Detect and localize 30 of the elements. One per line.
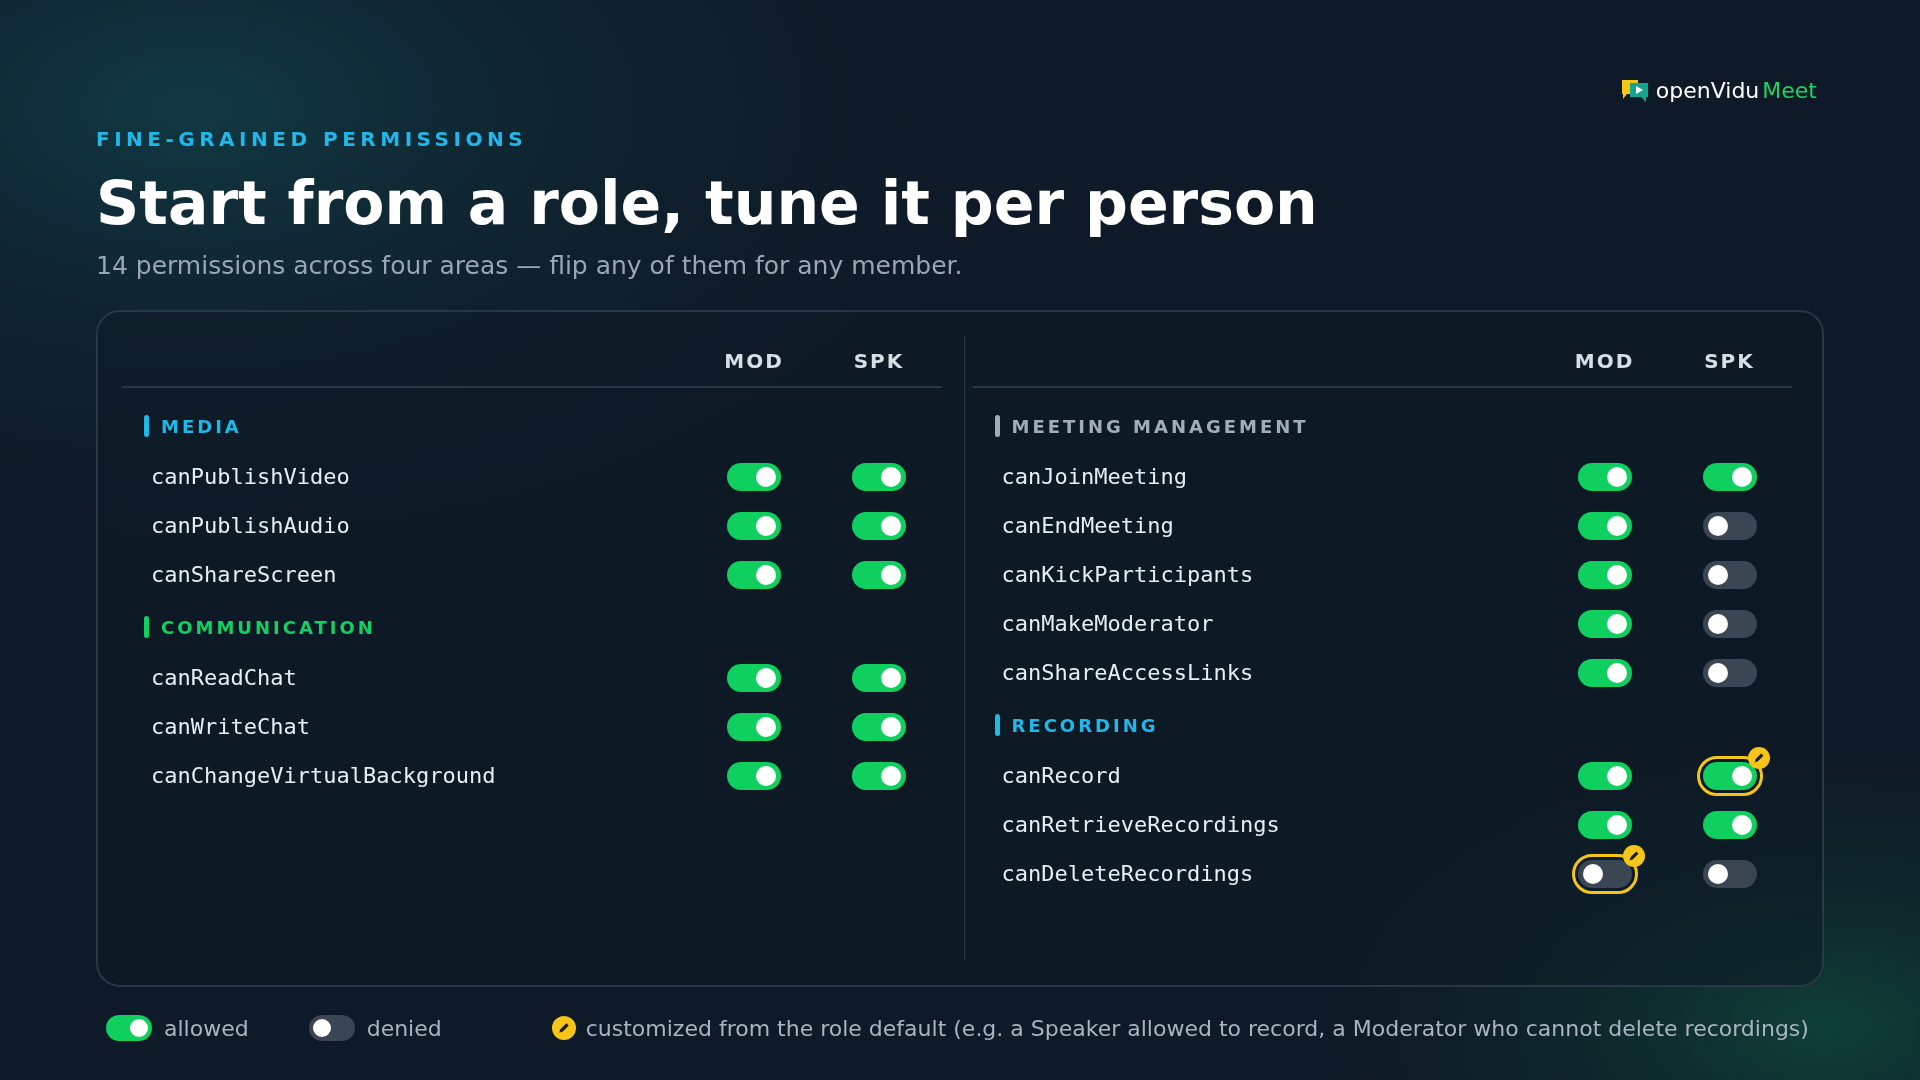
permission-name: canKickParticipants	[1000, 562, 1255, 587]
permission-name: canJoinMeeting	[1000, 464, 1188, 489]
legend-label: customized from the role default (e.g. a Speaker allowed to record, a Moderator who cannot delete recordings)	[585, 1015, 1809, 1041]
legend-label: denied	[366, 1015, 442, 1041]
permission-name: canPublishVideo	[150, 464, 351, 489]
permission-name: canShareScreen	[150, 562, 338, 587]
permission-name: canChangeVirtualBackground	[150, 763, 497, 788]
subtitle: 14 permissions across four areas — flip any of them for any member.	[96, 251, 964, 280]
permission-name: canReadChat	[150, 665, 298, 690]
section-title: MEDIA	[161, 415, 242, 437]
column-header: SPK	[1703, 349, 1756, 373]
permission-name: canEndMeeting	[1000, 513, 1175, 538]
legend-label: allowed	[164, 1015, 249, 1041]
permission-name: canDeleteRecordings	[1000, 861, 1255, 886]
section-title: MEETING MANAGEMENT	[1011, 415, 1309, 437]
eyebrow-label: FINE-GRAINED PERMISSIONS	[96, 127, 529, 151]
permission-name: canWriteChat	[150, 714, 311, 739]
permission-name: canRecord	[1000, 763, 1122, 788]
section-title: COMMUNICATION	[161, 616, 376, 638]
column-header: SPK	[852, 349, 906, 373]
chat-bubbles-play-icon	[1619, 77, 1650, 103]
logo-wordmark: openVidu Meet	[1655, 77, 1817, 103]
permission-name: canShareAccessLinks	[1000, 660, 1255, 685]
permission-name: canRetrieveRecordings	[1000, 812, 1281, 837]
column-header: MOD	[1573, 349, 1636, 373]
permission-name: canPublishAudio	[150, 513, 351, 538]
pencil-badge-icon	[551, 1016, 576, 1040]
section-title: RECORDING	[1011, 714, 1159, 736]
column-header: MOD	[723, 349, 785, 373]
permission-name: canMakeModerator	[1000, 611, 1215, 636]
